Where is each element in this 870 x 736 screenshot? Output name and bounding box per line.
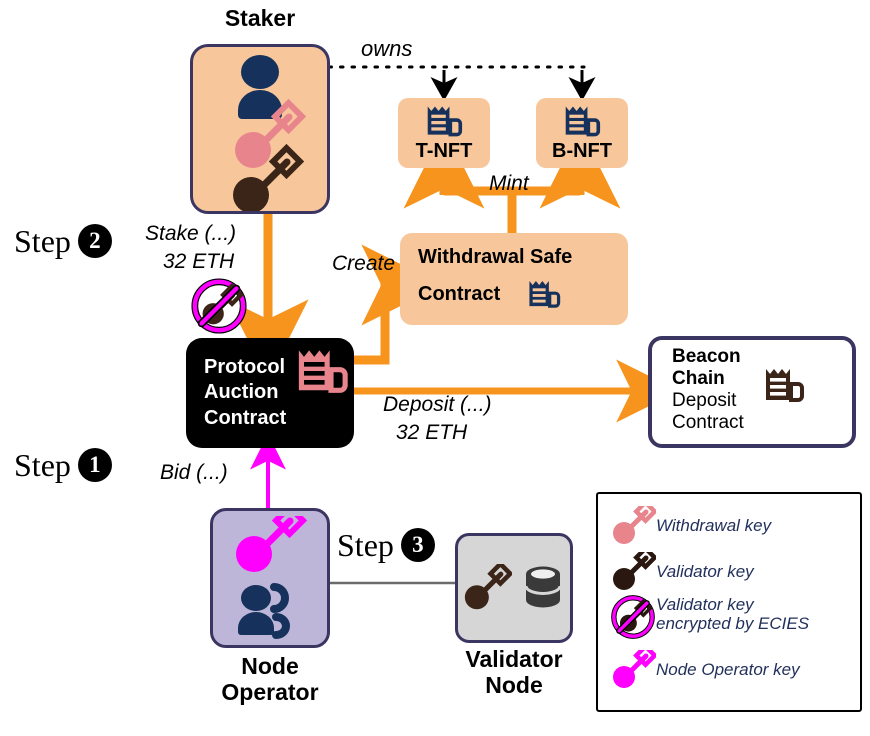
withdrawal-safe-contract-node: Withdrawal Safe Contract [400,233,628,325]
legend-item-encrypted-validator-key: Validator key encrypted by ECIES [610,594,809,639]
b-nft-node: B-NFT [536,98,628,168]
node-operator-caption: Node Operator [190,653,350,706]
validator-node-caption-line2: Node [485,671,543,698]
withdrawal-safe-line2: Contract [418,283,501,305]
edge-label-bid: Bid (...) [160,461,228,484]
beacon-line4: Contract [672,412,744,434]
b-nft-label: B-NFT [552,140,612,162]
step-1-word: Step [14,447,71,483]
edge-create [354,244,443,365]
contract-icon [765,369,804,402]
edge-label-mint: Mint [489,172,529,195]
edge-label-owns: owns [361,36,413,61]
protocol-auction-line3: Contract [204,406,287,429]
step-3-word: Step [337,527,394,563]
staker-caption: Staker [224,5,296,31]
edge-label-stake-line2: 32 ETH [163,250,235,273]
step-3-number: 3 [400,528,435,562]
legend-label-encrypted-line1: Validator key [656,594,754,614]
t-nft-label: T-NFT [415,140,473,162]
legend-label-node-operator-key: Node Operator key [656,660,800,680]
step-1-number: 1 [77,448,112,482]
withdrawal-safe-line1: Withdrawal Safe [418,246,573,268]
validator-node-caption: Validator Node [450,646,578,699]
node-operator-icons [236,516,308,639]
step-2-word: Step [14,223,71,259]
edge-label-create: Create [332,252,396,275]
t-nft-node: T-NFT [398,98,490,168]
beacon-line2: Chain [672,368,725,390]
validator-node-caption-line1: Validator [465,646,563,672]
encrypted-validator-key-icon [191,278,247,334]
protocol-auction-contract-icon [298,350,348,393]
diagram-canvas: Staker T-NFT B-NFT Withdrawal Safe Contr… [0,0,870,736]
edge-label-stake-line1: Stake (...) [145,222,237,245]
node-operator-caption-line2: Operator [221,678,319,705]
staker-icons [233,55,307,211]
beacon-line3: Deposit [672,390,737,412]
validator-key-icon [610,545,658,592]
node-operator-key-icon [236,516,308,572]
legend-item-validator-key: Validator key [610,545,754,592]
legend-panel: Withdrawal key Validator key Validator k… [596,492,862,712]
edge-label-deposit-line1: Deposit (...) [383,393,492,416]
step-1: Step 1 [14,448,112,482]
people-icon [238,583,290,639]
validator-node-node [455,533,573,643]
beacon-chain-deposit-contract-node: Beacon Chain Deposit Contract [648,336,856,448]
person-icon [238,55,282,119]
legend-item-node-operator-key: Node Operator key [610,643,800,690]
encrypted-validator-key-icon [610,594,656,639]
legend-label-validator-key: Validator key [656,562,754,582]
legend-label-encrypted-line2: encrypted by ECIES [656,614,810,633]
contract-icon [427,106,463,137]
step-3: Step 3 [337,528,435,562]
beacon-line1: Beacon [672,346,741,367]
contract-icon [529,281,561,308]
staker-node [190,44,330,214]
withdrawal-key-icon [610,499,658,546]
step-2-number: 2 [77,224,112,258]
database-icon [524,566,562,608]
step-2: Step 2 [14,224,112,258]
legend-item-withdrawal-key: Withdrawal key [610,499,772,546]
legend-label-withdrawal-key: Withdrawal key [656,516,772,536]
node-operator-caption-line1: Node [241,653,299,679]
edge-label-deposit-line2: 32 ETH [396,421,468,444]
validator-key-icon [464,564,512,610]
node-operator-node [210,508,330,648]
contract-icon [565,106,601,137]
legend-label-encrypted-validator-key: Validator key encrypted by ECIES [656,595,809,633]
node-operator-key-icon [610,643,658,690]
